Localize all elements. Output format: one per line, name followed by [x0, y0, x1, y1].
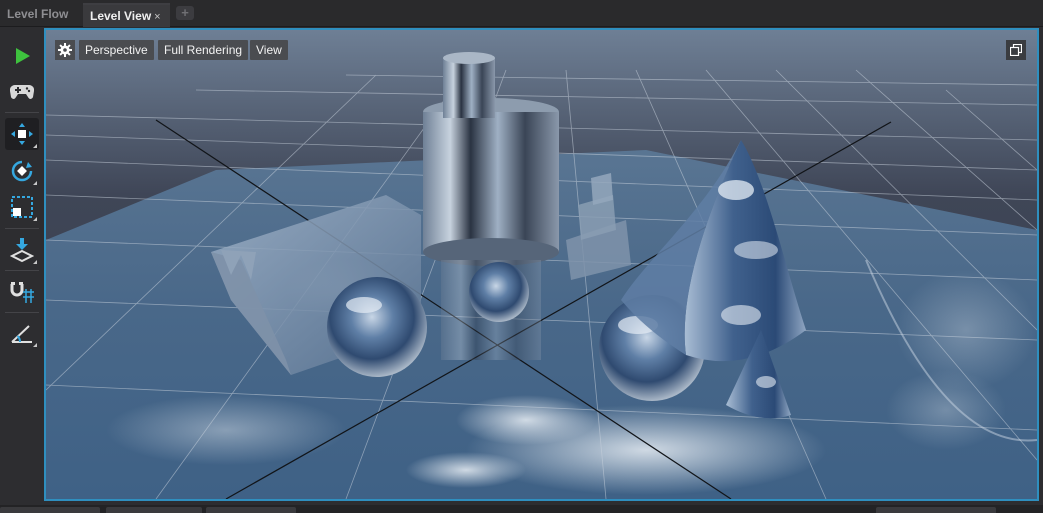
drop-to-floor-button[interactable]	[5, 234, 39, 266]
bottom-tab[interactable]	[206, 507, 296, 513]
tab-level-flow[interactable]: Level Flow	[0, 3, 80, 27]
play-icon	[16, 48, 30, 64]
move-tool-button[interactable]	[5, 118, 39, 150]
game-mode-button[interactable]	[5, 75, 39, 107]
restore-window-icon	[1010, 44, 1022, 56]
submenu-corner-icon	[33, 260, 37, 264]
maximize-viewport-button[interactable]	[1006, 40, 1026, 60]
submenu-corner-icon	[33, 144, 37, 148]
render-mode-dropdown[interactable]: Full Rendering	[158, 40, 249, 60]
toolbar-divider	[5, 228, 39, 229]
angle-snap-button[interactable]	[5, 317, 39, 349]
toolbar-divider	[5, 312, 39, 313]
tab-level-view[interactable]: Level View ×	[83, 3, 170, 27]
rotate-tool-button[interactable]	[5, 155, 39, 187]
add-tab-button[interactable]: +	[176, 6, 196, 22]
tab-close-icon[interactable]: ×	[154, 11, 160, 23]
bottom-tab[interactable]	[0, 507, 100, 513]
view-menu-button[interactable]: View	[250, 40, 288, 60]
move-icon	[11, 123, 33, 145]
plus-icon: +	[176, 6, 194, 20]
angle-snap-icon	[11, 325, 32, 343]
document-tab-bar: Level Flow Level View × +	[0, 0, 1043, 27]
snap-grid-button[interactable]	[5, 276, 39, 308]
submenu-corner-icon	[33, 343, 37, 347]
submenu-corner-icon	[33, 217, 37, 221]
toolbar-divider	[5, 112, 39, 113]
level-viewport[interactable]: Perspective Full Rendering View	[44, 28, 1039, 501]
bottom-tab[interactable]	[876, 507, 996, 513]
gamepad-icon	[10, 84, 34, 99]
tool-palette	[0, 27, 44, 507]
tab-label: Level View	[90, 9, 152, 23]
submenu-corner-icon	[33, 181, 37, 185]
viewport-settings-button[interactable]	[55, 40, 75, 60]
play-button[interactable]	[5, 40, 39, 72]
camera-mode-dropdown[interactable]: Perspective	[79, 40, 154, 60]
tab-label: Level Flow	[7, 7, 69, 21]
rotate-icon	[11, 160, 33, 182]
scale-select-tool-button[interactable]	[5, 191, 39, 223]
bottom-tab[interactable]	[106, 507, 202, 513]
drop-to-floor-icon	[10, 238, 34, 263]
scale-select-icon	[11, 196, 33, 218]
bottom-panel-strip	[0, 505, 1043, 513]
snap-grid-icon	[10, 282, 34, 303]
scene-render[interactable]	[46, 30, 1037, 499]
toolbar-divider	[5, 270, 39, 271]
gear-icon	[58, 43, 72, 57]
